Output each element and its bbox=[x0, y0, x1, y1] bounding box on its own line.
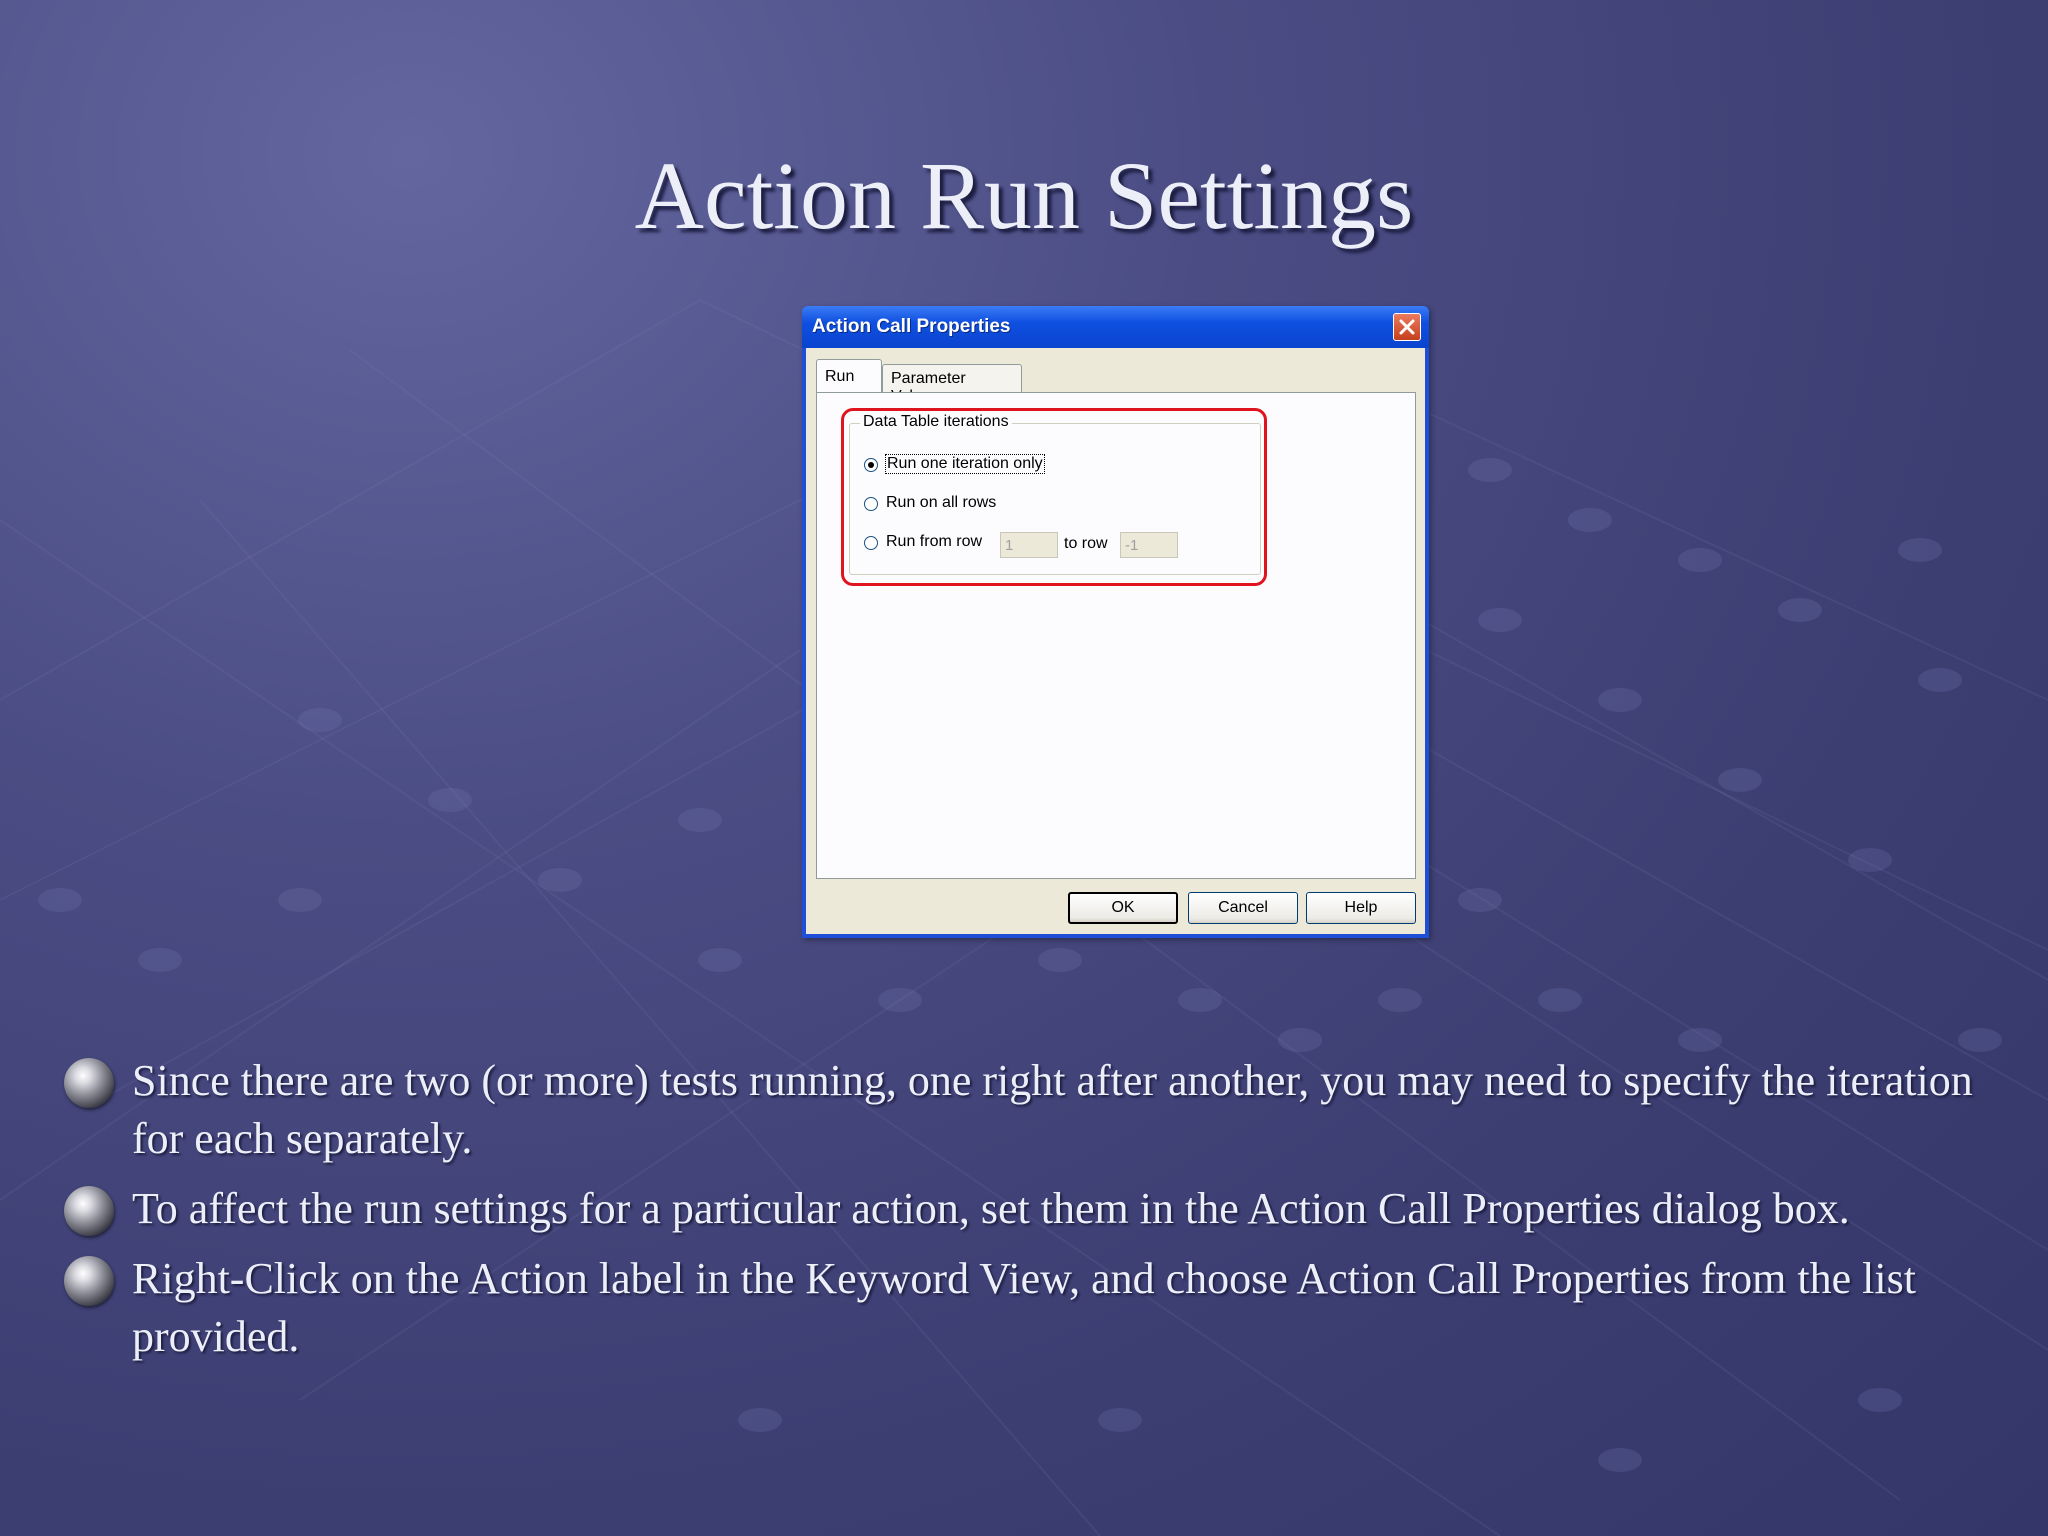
red-highlight-annotation bbox=[841, 408, 1267, 586]
bullet-text: Since there are two (or more) tests runn… bbox=[132, 1056, 1973, 1163]
tab-run[interactable]: Run bbox=[816, 359, 882, 392]
bullet-text: Right-Click on the Action label in the K… bbox=[132, 1254, 1916, 1361]
dialog-titlebar[interactable]: Action Call Properties bbox=[802, 306, 1429, 348]
dialog-client-area: Run Parameter Values Data Table iteratio… bbox=[806, 348, 1425, 934]
cancel-button[interactable]: Cancel bbox=[1188, 892, 1298, 924]
ok-button[interactable]: OK bbox=[1068, 892, 1178, 924]
dialog-title: Action Call Properties bbox=[812, 316, 1011, 337]
tab-panel-run: Data Table iterations Run one iteration … bbox=[816, 392, 1416, 879]
bullet-list: Since there are two (or more) tests runn… bbox=[60, 1052, 2000, 1378]
slide-title: Action Run Settings bbox=[634, 142, 1414, 249]
bullet-text: To affect the run settings for a particu… bbox=[132, 1184, 1850, 1233]
action-call-properties-dialog: Action Call Properties Run Parameter Val… bbox=[802, 306, 1429, 938]
bullet-orb-icon bbox=[64, 1058, 114, 1108]
bullet-item: To affect the run settings for a particu… bbox=[60, 1180, 2000, 1238]
bullet-item: Right-Click on the Action label in the K… bbox=[60, 1250, 2000, 1366]
close-icon bbox=[1399, 319, 1415, 335]
close-button[interactable] bbox=[1393, 313, 1421, 341]
bullet-item: Since there are two (or more) tests runn… bbox=[60, 1052, 2000, 1168]
bullet-orb-icon bbox=[64, 1256, 114, 1306]
tab-parameter-values[interactable]: Parameter Values bbox=[882, 364, 1022, 405]
help-button[interactable]: Help bbox=[1306, 892, 1416, 924]
bullet-orb-icon bbox=[64, 1186, 114, 1236]
